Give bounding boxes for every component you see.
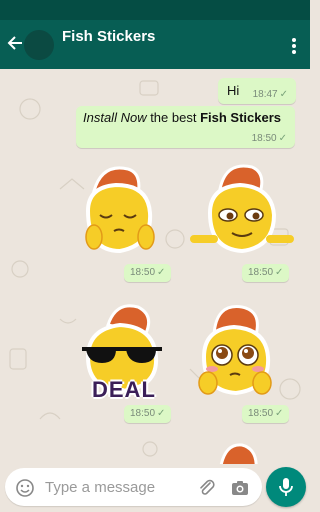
message-time: 18:50: [248, 267, 274, 278]
tick-icon: ✓: [278, 133, 287, 144]
message-meta: 18:47 ✓: [253, 89, 288, 100]
chat-area[interactable]: Hi 18:47 ✓ Install Now the best Fish Stic…: [0, 69, 310, 464]
sticker-caption: DEAL: [92, 377, 156, 402]
message-bubble[interactable]: Install Now the best Fish Stickers 18:50…: [76, 106, 295, 148]
message-meta: 18:50 ✓: [252, 133, 287, 144]
emoji-icon[interactable]: [16, 479, 34, 497]
paperclip-icon[interactable]: [197, 478, 217, 498]
message-text: Hi: [227, 83, 240, 98]
sticker-time: 18:50 ✓: [124, 264, 172, 282]
tick-icon: ✓: [275, 408, 284, 419]
more-vert-icon[interactable]: [292, 38, 296, 54]
avatar[interactable]: [24, 30, 54, 60]
sticker-partial[interactable]: [214, 441, 264, 464]
input-bar: Type a message: [0, 464, 310, 512]
sticker-time: 18:50 ✓: [242, 405, 290, 423]
tick-icon: ✓: [275, 267, 284, 278]
mic-icon: [279, 478, 293, 496]
message-time: 18:50: [251, 133, 277, 144]
message-time: 18:50: [130, 267, 156, 278]
message-input[interactable]: Type a message: [45, 479, 155, 496]
message-italic-text: Install Now: [83, 110, 147, 125]
sticker-pleading[interactable]: [190, 301, 294, 405]
sticker-pointing[interactable]: [190, 161, 294, 265]
camera-icon[interactable]: [231, 479, 249, 497]
message-input-box[interactable]: Type a message: [5, 468, 262, 506]
message-plain-text: the best: [146, 110, 201, 125]
message-bold-text: Fish Stickers: [200, 110, 281, 125]
sticker-time: 18:50 ✓: [124, 405, 172, 423]
app-bar: Fish Stickers: [0, 20, 310, 69]
message-time: 18:50: [130, 408, 156, 419]
tick-icon: ✓: [279, 89, 288, 100]
message-time: 18:47: [252, 89, 278, 100]
message-time: 18:50: [248, 408, 274, 419]
status-bar: [0, 0, 310, 20]
tick-icon: ✓: [157, 267, 166, 278]
arrow-back-icon[interactable]: [6, 34, 24, 52]
chat-title[interactable]: Fish Stickers: [62, 28, 155, 46]
tick-icon: ✓: [157, 408, 166, 419]
message-text: Install Now the best Fish Stickers: [83, 110, 281, 125]
message-bubble[interactable]: Hi 18:47 ✓: [218, 78, 296, 104]
mic-button[interactable]: [266, 467, 306, 507]
sticker-time: 18:50 ✓: [242, 264, 290, 282]
sticker-sleepy[interactable]: [72, 161, 176, 265]
